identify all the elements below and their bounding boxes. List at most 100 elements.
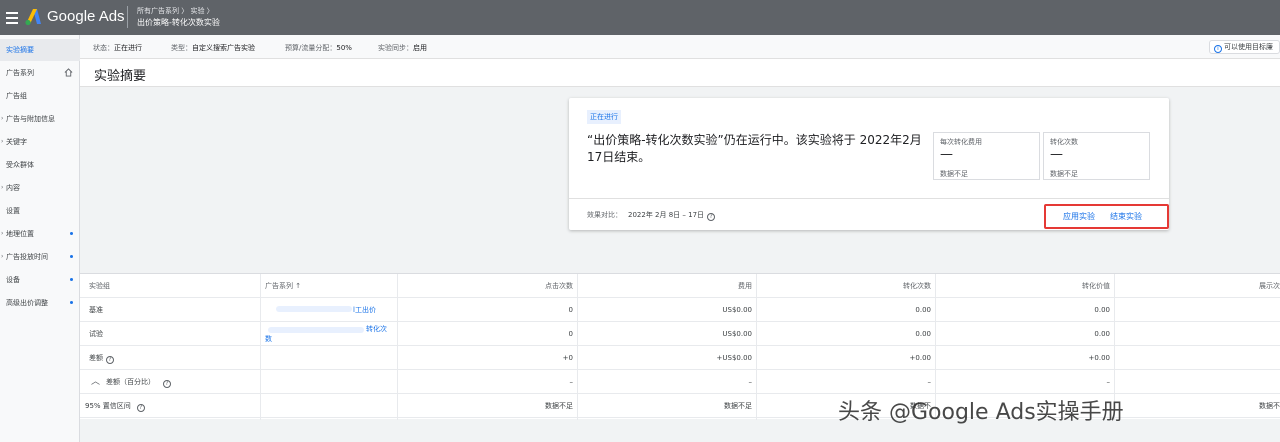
target-roas-tip[interactable]: i 可以使用目标廉 — [1209, 40, 1280, 54]
sidebar-item-label: 受众群体 — [6, 161, 34, 169]
sidebar-item-label: 地理位置 — [6, 230, 34, 238]
column-header-conv-value[interactable]: 转化价值 — [935, 274, 1110, 298]
sidebar-item-ad-schedule[interactable]: › 广告投放时间 — [0, 246, 80, 268]
help-icon[interactable]: ? — [136, 404, 145, 412]
metric-value: — — [940, 147, 953, 162]
current-experiment-title: 出价策略-转化次数实验 — [137, 18, 220, 27]
column-header-impressions[interactable]: 展示次 — [1114, 274, 1280, 298]
sidebar-item-label: 设置 — [6, 207, 20, 215]
sidebar-item-label: 广告与附加信息 — [6, 115, 55, 123]
metric-note: 数据不足 — [940, 170, 968, 178]
column-header-clicks[interactable]: 点击次数 — [397, 274, 573, 298]
sidebar-item-content[interactable]: › 内容 — [0, 177, 80, 199]
hamburger-menu-icon[interactable] — [6, 9, 18, 25]
table-row: ︿ 差额（百分比）? – – – – — [80, 370, 1280, 394]
caret-right-icon: › — [1, 115, 4, 122]
sidebar-item-audiences[interactable]: 受众群体 — [0, 154, 80, 176]
help-icon[interactable]: ? — [106, 356, 114, 364]
google-ads-logo-icon — [25, 9, 41, 26]
impressions-cell: 数据不 — [1259, 402, 1280, 410]
cost-cell: – — [748, 378, 753, 386]
status-dot-icon — [70, 278, 73, 281]
budget-field: 预算/流量分配：50% — [285, 44, 352, 52]
sidebar-item-locations[interactable]: › 地理位置 — [0, 223, 80, 245]
conv-value-cell: 0.00 — [1094, 330, 1110, 338]
conversions-cell: 0.00 — [915, 306, 931, 314]
status-value: 正在进行 — [114, 44, 142, 52]
sidebar-item-experiment-summary[interactable]: 实验摘要 — [0, 39, 80, 61]
sidebar-item-label: 高级出价调整 — [6, 299, 48, 307]
sidebar-item-campaigns[interactable]: 广告系列 — [0, 62, 80, 84]
budget-value: 50% — [336, 44, 352, 52]
conv-value-cell: 0.00 — [1094, 306, 1110, 314]
sidebar-item-ad-groups[interactable]: 广告组 — [0, 85, 80, 107]
redacted-text — [268, 327, 364, 333]
date-range: 2022年 2月 8日 – 17日 — [628, 211, 705, 219]
status-dot-icon — [70, 301, 73, 304]
status-dot-icon — [70, 255, 73, 258]
page-title: 实验摘要 — [94, 69, 147, 84]
sidebar-item-label: 设备 — [6, 276, 20, 284]
status-field: 状态：正在进行 — [93, 44, 142, 52]
sidebar-item-keywords[interactable]: › 关键字 — [0, 131, 80, 153]
page-header: 实验摘要 — [80, 59, 1280, 87]
info-icon: i — [1214, 45, 1222, 53]
metric-label: 每次转化费用 — [940, 138, 982, 146]
column-header-group[interactable]: 实验组 — [89, 274, 110, 298]
caret-right-icon: › — [1, 253, 4, 260]
conv-value-cell: +0.00 — [1088, 354, 1110, 362]
type-field: 类型：自定义搜索广告实验 — [171, 44, 255, 52]
column-header-cost[interactable]: 费用 — [577, 274, 752, 298]
status-badge: 正在进行 — [587, 110, 621, 124]
breadcrumb[interactable]: 所有广告系列 〉 实验 〉 — [137, 6, 214, 16]
chevron-up-icon[interactable]: ︿ — [91, 377, 100, 387]
conversions-cell: 0.00 — [915, 330, 931, 338]
help-icon[interactable]: ? — [707, 213, 716, 221]
sidebar-item-settings[interactable]: 设置 — [0, 200, 80, 222]
conv-value-cell: – — [1106, 378, 1111, 386]
clicks-cell: +0 — [562, 354, 573, 362]
sync-value: 启用 — [413, 44, 427, 52]
clicks-cell: 数据不足 — [545, 402, 573, 410]
conversions-cell: +0.00 — [909, 354, 931, 362]
caret-right-icon: › — [1, 230, 4, 237]
sidebar: 实验摘要 广告系列 广告组 › 广告与附加信息 › 关键字 受众群体 › 内容 设置 … — [0, 35, 80, 442]
caret-right-icon: › — [1, 184, 4, 191]
sidebar-item-label: 广告组 — [6, 92, 27, 100]
cost-cell: US$0.00 — [722, 330, 752, 338]
tip-text: 可以使用目标廉 — [1224, 43, 1273, 51]
conversions-cell: – — [927, 378, 932, 386]
metric-cost-per-conversion: 每次转化费用 — 数据不足 — [933, 132, 1040, 180]
status-dot-icon — [70, 232, 73, 235]
table-row: 基准 l工出价 0 US$0.00 0.00 0.00 — [80, 298, 1280, 322]
caret-right-icon: › — [1, 138, 4, 145]
cost-cell: US$0.00 — [722, 306, 752, 314]
home-icon[interactable] — [64, 68, 73, 77]
sync-field: 实验同步：启用 — [378, 44, 427, 52]
end-experiment-button[interactable]: 结束实验 — [1110, 211, 1142, 222]
table-header-row: 实验组 广告系列 ↑ 点击次数 费用 转化次数 转化价值 展示次 — [80, 274, 1280, 298]
group-cell[interactable]: ︿ 差额（百分比）? — [91, 370, 172, 394]
watermark-text: 头条 @Google Ads实操手册 — [838, 400, 1124, 425]
help-icon[interactable]: ? — [163, 380, 172, 388]
metric-conversions: 转化次数 — 数据不足 — [1043, 132, 1150, 180]
campaign-link[interactable]: 转化次 — [366, 317, 387, 341]
redacted-text — [276, 306, 352, 312]
sidebar-item-label: 广告投放时间 — [6, 253, 48, 261]
column-header-conversions[interactable]: 转化次数 — [756, 274, 931, 298]
apply-experiment-button[interactable]: 应用实验 — [1063, 211, 1095, 222]
sidebar-item-label: 内容 — [6, 184, 20, 192]
sidebar-item-advanced-bid-adjustments[interactable]: 高级出价调整 — [0, 292, 80, 314]
sidebar-item-label: 广告系列 — [6, 69, 34, 77]
group-cell: 试验 — [89, 330, 103, 338]
column-header-campaign[interactable]: 广告系列 ↑ — [265, 274, 301, 298]
experiment-status-bar: 状态：正在进行 类型：自定义搜索广告实验 预算/流量分配：50% 实验同步：启用… — [80, 35, 1280, 59]
top-header: Google Ads 所有广告系列 〉 实验 〉 出价策略-转化次数实验 — [0, 0, 1280, 35]
app-name: Google Ads — [47, 8, 125, 25]
type-value: 自定义搜索广告实验 — [192, 44, 255, 52]
sidebar-item-ads-extensions[interactable]: › 广告与附加信息 — [0, 108, 80, 130]
sidebar-item-devices[interactable]: 设备 — [0, 269, 80, 291]
group-cell: 基准 — [89, 306, 103, 314]
group-cell: 差额? — [89, 346, 114, 370]
clicks-cell: 0 — [568, 306, 573, 314]
